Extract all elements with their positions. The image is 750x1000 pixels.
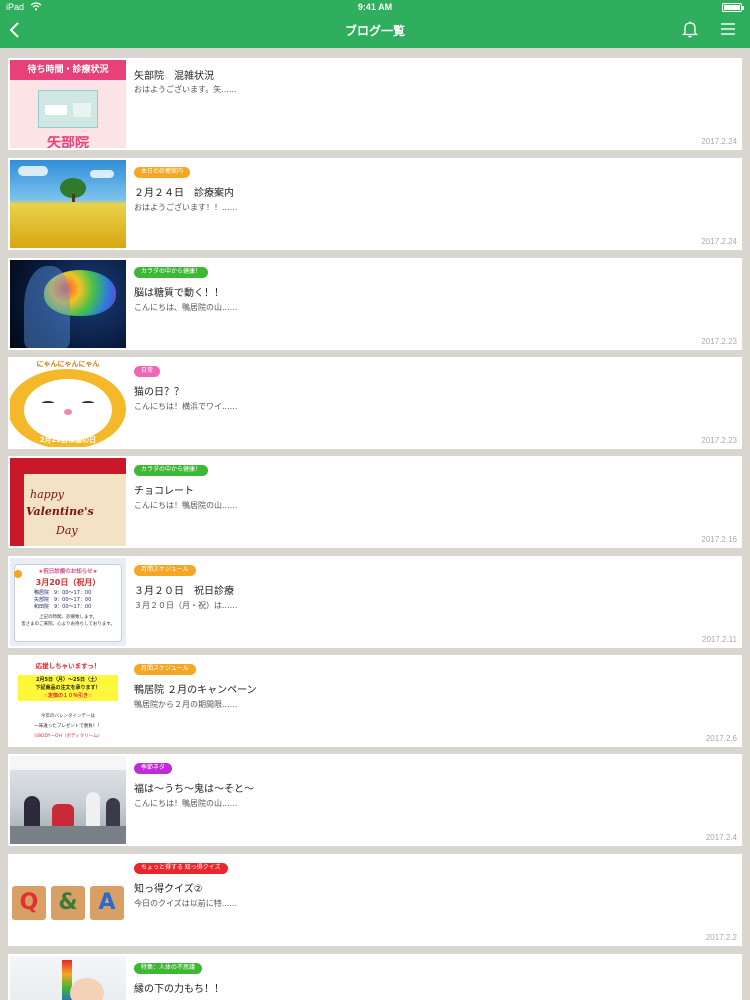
status-bar: iPad 9:41 AM	[0, 0, 750, 14]
thumbnail-caption: 応援しちゃいますっ！	[35, 662, 101, 670]
blog-post-card[interactable]: にゃんにゃんにゃん 2月22日は猫の日 日常 猫の日？？ こんにちは！横浜でワイ…	[8, 357, 742, 449]
post-thumbnail	[10, 956, 126, 1000]
category-badge: 日常	[134, 366, 161, 377]
post-date: 2017.2.4	[705, 833, 737, 842]
post-thumbnail: 待ち時間・診療状況 矢部院	[10, 60, 126, 148]
thumbnail-row: ☆定価の１０％引き☆	[43, 693, 93, 699]
thumbnail-note-2: 皆さまのご来院、心よりお待ちしております。	[21, 622, 115, 627]
thumbnail-note: 今年のバレンタインデーは	[41, 714, 95, 719]
post-thumbnail: にゃんにゃんにゃん 2月22日は猫の日	[10, 359, 126, 447]
app-header: iPad 9:41 AM ブログ一覧	[0, 0, 750, 48]
thumbnail-caption: 待ち時間・診療状況	[10, 60, 126, 80]
post-date: 2017.2.11	[702, 635, 737, 644]
post-excerpt: おはようございます！！......	[134, 203, 238, 212]
category-badge: 特集：人体の不思議	[134, 963, 203, 974]
post-excerpt: おはようございます。矢......	[134, 85, 237, 94]
category-badge: ちょっと得する 知っ得クイズ	[134, 863, 228, 874]
post-title: 福は〜うち〜鬼は〜そと〜	[134, 784, 254, 795]
post-excerpt: 鴨居院から２月の期間限......	[134, 700, 238, 709]
status-time: 9:41 AM	[357, 2, 393, 12]
blog-post-card[interactable]: happy Valentine's Day カラダの中から健康！ チョコレート …	[8, 456, 742, 548]
post-title: 縁の下の力もち！！	[134, 984, 224, 995]
hamburger-menu-icon	[721, 23, 735, 35]
category-badge: カラダの中から健康！	[134, 465, 209, 476]
post-title: 猫の日？？	[134, 387, 184, 398]
post-date: 2017.2.23	[701, 436, 737, 445]
post-excerpt: こんにちは！鴨居院の山......	[134, 799, 238, 808]
ribbon-decoration	[10, 458, 126, 474]
post-title: ２月２４日 診療案内	[134, 188, 234, 199]
thumbnail-schedule: 鴨居院 9：00〜17：00 矢部院 9：00〜17：00 和田院 9：00〜1…	[34, 590, 91, 611]
post-date: 2017.2.2	[705, 933, 737, 942]
post-title: 脳は糖質で動く！！	[134, 288, 224, 299]
thumbnail-subcaption: Valentine's	[26, 505, 94, 518]
post-title: チョコレート	[134, 486, 194, 497]
post-thumbnail: Q & A	[10, 856, 126, 944]
baby-head	[70, 978, 104, 1000]
menu-button[interactable]	[720, 21, 736, 37]
category-badge: 本日の診療案内	[134, 167, 191, 178]
post-title: 鴨居院 ２月のキャンペーン	[134, 685, 257, 696]
head-silhouette	[24, 266, 70, 348]
blog-post-card[interactable]: ★祝日診療のお知らせ★ 3月20日（祝月） 鴨居院 9：00〜17：00 矢部院…	[8, 556, 742, 648]
category-badge: 月間スケジュール	[134, 664, 196, 675]
post-date: 2017.2.24	[701, 237, 737, 246]
schedule-row: 矢部院 9：00〜17：00	[34, 597, 92, 603]
post-excerpt: 今日のクイズは以前に特......	[134, 899, 238, 908]
thumbnail-caption: ★祝日診療のお知らせ★	[38, 569, 98, 575]
category-badge: 月間スケジュール	[134, 565, 196, 576]
post-thumbnail: ★祝日診療のお知らせ★ 3月20日（祝月） 鴨居院 9：00〜17：00 矢部院…	[10, 558, 126, 646]
post-thumbnail	[10, 756, 126, 844]
post-excerpt: こんにちは、鴨居院の山......	[134, 303, 238, 312]
blog-post-card[interactable]: 特集：人体の不思議 縁の下の力もち！！	[8, 954, 742, 1000]
blog-post-card[interactable]: 本日の診療案内 ２月２４日 診療案内 おはようございます！！...... 201…	[8, 158, 742, 250]
thumbnail-note-3: ①BODYーOH（ボディクリーム）	[33, 734, 103, 739]
post-date: 2017.2.16	[701, 535, 737, 544]
post-excerpt: ３月２０日（月・祝）は......	[134, 601, 238, 610]
thumbnail-subcaption: 2月22日は猫の日	[39, 436, 97, 444]
thumbnail-subcaption: 矢部院	[47, 136, 89, 148]
schedule-row: 和田院 9：00〜17：00	[34, 604, 92, 610]
thumbnail-subcaption: 3月20日（祝月）	[35, 578, 101, 587]
thumbnail-caption: にゃんにゃんにゃん	[36, 360, 100, 368]
bell-icon	[681, 21, 699, 38]
post-title: ３月２０日 祝日診療	[134, 586, 234, 597]
post-excerpt: こんにちは！横浜でワイ......	[134, 402, 238, 411]
clinic-photo	[38, 90, 98, 128]
blog-post-card[interactable]: 応援しちゃいますっ！ 2月5日（月）〜25日（土） 下記商品の注文を承ります！ …	[8, 655, 742, 747]
schedule-row: 鴨居院 9：00〜17：00	[34, 590, 92, 596]
quiz-block-a: A	[90, 886, 124, 920]
post-thumbnail: happy Valentine's Day	[10, 458, 126, 546]
thumbnail-note-2: 一味違ったプレゼントで勝負！！	[34, 724, 102, 729]
post-thumbnail: 応援しちゃいますっ！ 2月5日（月）〜25日（土） 下記商品の注文を承ります！ …	[10, 657, 126, 745]
thumbnail-row: 下記商品の注文を承ります！	[35, 685, 101, 691]
blog-post-card[interactable]: 季節ネタ 福は〜うち〜鬼は〜そと〜 こんにちは！鴨居院の山...... 2017…	[8, 754, 742, 846]
blog-post-card[interactable]: カラダの中から健康！ 脳は糖質で動く！！ こんにちは、鴨居院の山...... 2…	[8, 258, 742, 350]
post-title: 知っ得クイズ②	[134, 884, 203, 895]
category-badge: 季節ネタ	[134, 763, 173, 774]
post-date: 2017.2.23	[701, 337, 737, 346]
quiz-block-q: Q	[12, 886, 46, 920]
thumbnail-subcaption-2: Day	[56, 524, 78, 537]
post-title: 矢部院 混雑状況	[134, 71, 214, 82]
post-date: 2017.2.24	[701, 137, 737, 146]
battery-icon	[722, 3, 744, 12]
post-thumbnail	[10, 160, 126, 248]
category-badge: カラダの中から健康！	[134, 267, 209, 278]
blog-post-card[interactable]: Q & A ちょっと得する 知っ得クイズ 知っ得クイズ② 今日のクイズは以前に特…	[8, 854, 742, 946]
post-excerpt: こんにちは！鴨居院の山......	[134, 501, 238, 510]
quiz-block-amp: &	[51, 886, 85, 920]
blog-post-card[interactable]: 待ち時間・診療状況 矢部院 矢部院 混雑状況 おはようございます。矢......…	[8, 58, 742, 150]
page-title: ブログ一覧	[344, 24, 405, 38]
thumbnail-subcaption: 2月5日（月）〜25日（土）	[36, 677, 100, 683]
thumbnail-note: 上記の時間、診療致します。	[38, 615, 98, 620]
post-thumbnail	[10, 260, 126, 348]
thumbnail-caption: happy	[30, 488, 64, 501]
post-date: 2017.2.6	[705, 734, 737, 743]
notification-button[interactable]	[681, 20, 699, 38]
